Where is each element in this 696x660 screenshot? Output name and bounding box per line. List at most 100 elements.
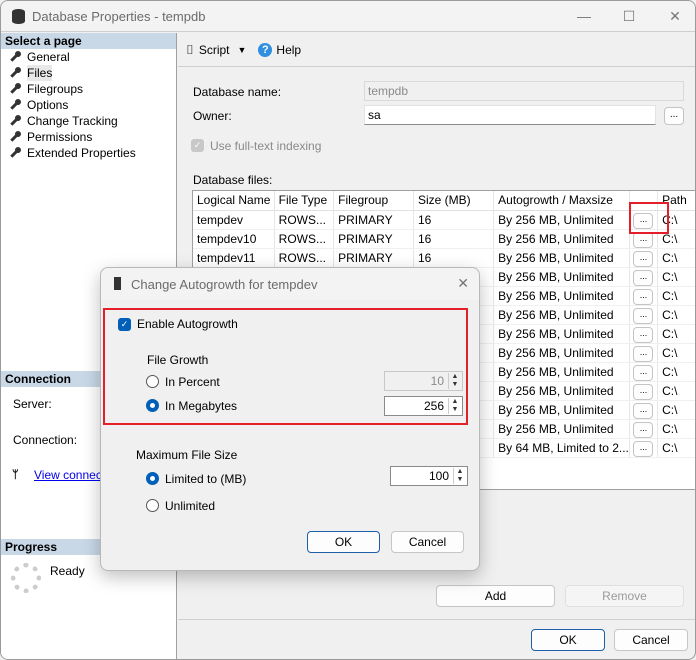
autogrowth-browse-button[interactable]: ... [633,383,654,399]
autogrowth-cell: ... [629,400,659,420]
cell-auto: By 256 MB, Unlimited [493,362,630,382]
column-header[interactable]: Filegroup [333,191,414,211]
table-row[interactable]: tempdev10 ROWS... PRIMARY 16 By 256 MB, Unli… [193,229,695,249]
sidebar-item-permissions[interactable]: Permissions [1,129,176,145]
spinner-arrows-icon[interactable]: ▲ ▼ [453,468,466,484]
connection-label: Connection: [13,433,78,447]
cell-fg: PRIMARY [333,210,414,230]
autogrowth-browse-button[interactable]: ... [633,345,654,361]
sidebar-item-change-tracking[interactable]: Change Tracking [1,113,176,129]
sidebar-item-extended-properties[interactable]: Extended Properties [1,145,176,161]
autogrowth-browse-button[interactable]: ... [633,269,654,285]
column-header[interactable]: Size (MB) [413,191,495,211]
fulltext-checkbox: ✓ [191,139,204,152]
sidebar-item-files[interactable]: Files [1,65,176,81]
title-bar: Database Properties - tempdb — ☐ ✕ [1,1,695,32]
autogrowth-browse-button[interactable]: ... [633,288,654,304]
script-dropdown-icon[interactable]: ▼ [238,45,247,55]
sidebar-item-label: Options [27,98,69,112]
add-button[interactable]: Add [436,585,555,607]
ok-button[interactable]: OK [531,629,605,651]
dialog-close-button[interactable]: ✕ [457,275,469,292]
enable-autogrowth-label: Enable Autogrowth [137,317,238,331]
unlimited-radio[interactable] [146,499,159,512]
database-name-field: tempdb [364,81,684,101]
window-title: Database Properties - tempdb [32,9,206,24]
table-row[interactable]: tempdev ROWS... PRIMARY 16 By 256 MB, Unlimi… [193,210,695,230]
file-growth-label: File Growth [147,353,209,367]
minimize-button[interactable]: — [564,5,604,27]
maximize-button[interactable]: ☐ [609,5,649,27]
max-file-size-label: Maximum File Size [136,448,238,462]
in-percent-label: In Percent [165,375,220,389]
in-megabytes-radio[interactable] [146,399,159,412]
autogrowth-browse-button[interactable]: ... [633,364,654,380]
autogrowth-browse-button[interactable]: ... [633,421,654,437]
enable-autogrowth-checkbox[interactable]: ✓ [118,318,131,331]
remove-button[interactable]: Remove [565,585,684,607]
cell-path: C:\ [657,362,695,382]
wrench-icon [9,67,21,79]
column-header[interactable]: File Type [274,191,335,211]
owner-label: Owner: [193,109,232,123]
cell-path: C:\ [657,438,695,458]
dialog-ok-button[interactable]: OK [307,531,380,553]
sidebar-item-options[interactable]: Options [1,97,176,113]
column-header[interactable]: Logical Name [193,191,275,211]
connection-icon: ᛘ [12,469,19,481]
cell-path: C:\ [657,267,695,287]
cell-type: ROWS... [274,229,335,249]
cell-auto: By 256 MB, Unlimited [493,229,630,249]
script-icon: ⌷ [186,41,194,57]
dialog-title: Change Autogrowth for tempdev [131,277,318,292]
wrench-icon [9,147,21,159]
sidebar-item-filegroups[interactable]: Filegroups [1,81,176,97]
cell-path: C:\ [657,305,695,325]
autogrowth-browse-button[interactable]: ... [633,307,654,323]
unlimited-label: Unlimited [165,499,216,513]
cell-auto: By 256 MB, Unlimited [493,248,630,268]
cell-auto: By 256 MB, Unlimited [493,343,630,363]
database-name-label: Database name: [193,85,282,99]
cancel-button[interactable]: Cancel [614,629,688,651]
column-header[interactable]: Autogrowth / Maxsize [493,191,630,211]
wrench-icon [9,131,21,143]
autogrowth-browse-button[interactable]: ... [633,326,654,342]
script-button[interactable]: Script [199,43,230,57]
sidebar-item-general[interactable]: General [1,49,176,65]
autogrowth-cell: ... [629,324,659,344]
select-page-header: Select a page [1,33,176,49]
server-label: Server: [13,397,52,411]
cell-auto: By 256 MB, Unlimited [493,267,630,287]
database-icon [12,9,25,24]
megabytes-spinner[interactable]: 256 ▲ ▼ [384,396,463,416]
autogrowth-cell: ... [629,362,659,382]
sidebar-item-label: Extended Properties [27,146,136,160]
cell-fg: PRIMARY [333,229,414,249]
dialog-cancel-button[interactable]: Cancel [391,531,464,553]
in-percent-radio[interactable] [146,375,159,388]
cell-auto: By 256 MB, Unlimited [493,210,630,230]
toolbar: ⌷ Script ▼ ? Help [178,33,695,67]
table-row[interactable]: tempdev11 ROWS... PRIMARY 16 By 256 MB, Unli… [193,248,695,268]
cell-size: 16 [413,248,495,268]
sidebar-item-label: Change Tracking [27,114,118,128]
autogrowth-cell: ... [629,381,659,401]
cell-auto: By 256 MB, Unlimited [493,381,630,401]
highlight-box [629,202,669,234]
limited-to-radio[interactable] [146,472,159,485]
autogrowth-browse-button[interactable]: ... [633,402,654,418]
autogrowth-browse-button[interactable]: ... [633,250,654,266]
spinner-arrows-icon[interactable]: ▲ ▼ [448,398,461,414]
cell-name: tempdev11 [193,248,275,268]
sidebar-item-label: General [27,50,70,64]
cell-path: C:\ [657,343,695,363]
cell-auto: By 256 MB, Unlimited [493,400,630,420]
limited-size-spinner[interactable]: 100 ▲ ▼ [390,466,468,486]
autogrowth-browse-button[interactable]: ... [633,440,654,456]
owner-browse-button[interactable]: ... [664,107,684,125]
autogrowth-cell: ... [629,438,659,458]
close-button[interactable]: ✕ [655,5,695,27]
owner-field[interactable]: sa [364,105,656,125]
help-button[interactable]: Help [276,43,301,57]
